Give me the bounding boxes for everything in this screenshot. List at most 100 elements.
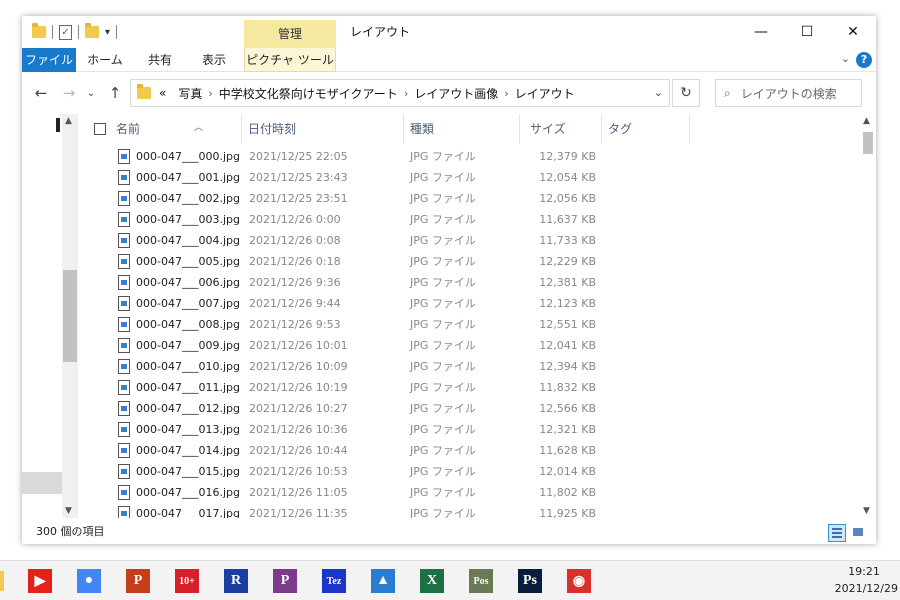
youtube-icon[interactable]: ▶ <box>28 569 52 593</box>
breadcrumb-mosaic-art[interactable]: 中学校文化祭向けモザイクアート <box>219 85 398 102</box>
jpg-file-icon <box>118 212 130 227</box>
table-row[interactable]: 000-047___009.jpg 2021/12/26 10:01 JPG ファイ… <box>80 335 860 356</box>
title-bar: ✓ ▾ 管理 レイアウト — ☐ ✕ <box>22 16 876 48</box>
table-row[interactable]: 000-047___002.jpg 2021/12/25 23:51 JPG ファイ… <box>80 188 860 209</box>
file-date: 2021/12/26 10:53 <box>249 465 348 478</box>
address-dropdown-icon[interactable]: ⌄ <box>654 86 663 99</box>
address-bar[interactable]: « 写真 › 中学校文化祭向けモザイクアート › レイアウト画像 › レイアウト… <box>130 79 670 107</box>
file-type: JPG ファイル <box>410 171 476 184</box>
badge-10plus-icon[interactable]: 10+ <box>175 569 199 593</box>
column-header-size[interactable]: サイズ <box>526 114 602 144</box>
scroll-down-icon[interactable]: ▼ <box>65 506 72 516</box>
tez-app-icon[interactable]: Tez <box>322 569 346 593</box>
file-name: 000-047___008.jpg <box>136 318 240 331</box>
select-all-checkbox[interactable] <box>94 123 106 135</box>
toolbar-separator <box>78 25 79 39</box>
refresh-button[interactable]: ↻ <box>672 79 700 107</box>
column-header-type[interactable]: 種類 <box>406 114 520 144</box>
recent-locations-button[interactable]: ⌄ <box>84 82 98 104</box>
system-clock[interactable]: 19:21 2021/12/29 <box>830 563 900 597</box>
file-explorer-taskbar-icon[interactable] <box>0 571 4 591</box>
scroll-up-icon[interactable]: ▲ <box>65 116 72 126</box>
breadcrumb-layout-images[interactable]: レイアウト画像 <box>414 85 498 102</box>
table-row[interactable]: 000-047___001.jpg 2021/12/25 23:43 JPG ファイ… <box>80 167 860 188</box>
nav-item-partial[interactable] <box>56 118 60 132</box>
details-view-button[interactable] <box>828 524 846 542</box>
forward-button[interactable]: → <box>58 82 80 104</box>
scroll-down-icon[interactable]: ▼ <box>863 506 870 516</box>
column-header-tag[interactable]: タグ <box>604 114 690 144</box>
jpg-file-icon <box>118 170 130 185</box>
folder-icon[interactable] <box>32 23 46 38</box>
file-name: 000-047___007.jpg <box>136 297 240 310</box>
r-app-icon[interactable]: R <box>224 569 248 593</box>
jpg-file-icon <box>118 317 130 332</box>
minimize-button[interactable]: — <box>738 16 784 48</box>
tab-manage[interactable]: 管理 <box>244 20 336 48</box>
tab-view[interactable]: 表示 <box>190 48 238 72</box>
nav-scroll-thumb[interactable] <box>63 270 77 362</box>
scroll-up-icon[interactable]: ▲ <box>863 116 870 126</box>
file-type: JPG ファイル <box>410 360 476 373</box>
nav-item-selected[interactable] <box>22 472 62 494</box>
tab-home[interactable]: ホーム <box>80 48 130 72</box>
table-row[interactable]: 000-047___000.jpg 2021/12/25 22:05 JPG ファイ… <box>80 146 860 167</box>
file-list-scrollbar[interactable]: ▲ ▼ <box>860 114 876 518</box>
table-row[interactable]: 000-047___010.jpg 2021/12/26 10:09 JPG ファイ… <box>80 356 860 377</box>
large-icons-view-icon <box>853 528 863 536</box>
file-list-scroll-thumb[interactable] <box>863 132 873 154</box>
file-size: 12,041 KB <box>539 339 596 352</box>
table-row[interactable]: 000-047___014.jpg 2021/12/26 10:44 JPG ファイ… <box>80 440 860 461</box>
tab-picture-tools[interactable]: ピクチャ ツール <box>244 48 336 72</box>
search-input[interactable]: ⌕ レイアウトの検索 <box>715 79 862 107</box>
customize-qa-icon[interactable]: ▾ <box>105 27 110 38</box>
chrome-icon[interactable]: ● <box>77 569 101 593</box>
excel-icon[interactable]: X <box>420 569 444 593</box>
powerpoint-icon[interactable]: P <box>126 569 150 593</box>
photoshop-icon[interactable]: Ps <box>518 569 542 593</box>
table-row[interactable]: 000-047___011.jpg 2021/12/26 10:19 JPG ファイ… <box>80 377 860 398</box>
file-name: 000-047___009.jpg <box>136 339 240 352</box>
new-folder-icon[interactable] <box>85 23 99 38</box>
column-header-date[interactable]: 日付時刻 <box>244 114 404 144</box>
address-overflow[interactable]: « <box>159 86 166 100</box>
quick-access-toolbar: ✓ ▾ <box>32 22 123 42</box>
p-app-icon[interactable]: P <box>273 569 297 593</box>
file-date: 2021/12/26 11:35 <box>249 507 348 518</box>
properties-check-icon[interactable]: ✓ <box>59 24 72 40</box>
nav-pane-scrollbar[interactable]: ▲ ▼ <box>62 114 78 518</box>
tab-share[interactable]: 共有 <box>136 48 184 72</box>
table-row[interactable]: 000-047___008.jpg 2021/12/26 9:53 JPG ファイル… <box>80 314 860 335</box>
file-size: 12,321 KB <box>539 423 596 436</box>
table-row[interactable]: 000-047___006.jpg 2021/12/26 9:36 JPG ファイル… <box>80 272 860 293</box>
table-row[interactable]: 000-047___012.jpg 2021/12/26 10:27 JPG ファイ… <box>80 398 860 419</box>
file-date: 2021/12/26 10:09 <box>249 360 348 373</box>
ribbon-collapse-icon[interactable]: ⌄ <box>841 52 850 65</box>
breadcrumb-photos[interactable]: 写真 <box>178 85 202 102</box>
tab-file[interactable]: ファイル <box>22 48 76 72</box>
column-header-name[interactable]: 名前 ︿ <box>112 114 242 144</box>
table-row[interactable]: 000-047___007.jpg 2021/12/26 9:44 JPG ファイル… <box>80 293 860 314</box>
up-arrow-icon: ↑ <box>108 84 122 102</box>
file-type: JPG ファイル <box>410 402 476 415</box>
jpg-file-icon <box>118 254 130 269</box>
file-explorer-window: ✓ ▾ 管理 レイアウト — ☐ ✕ ファイル ホーム 共有 表示 ピクチャ ツ… <box>22 16 876 544</box>
maximize-button[interactable]: ☐ <box>784 16 830 48</box>
table-row[interactable]: 000-047___017.jpg 2021/12/26 11:35 JPG ファイ… <box>80 503 860 518</box>
help-icon[interactable]: ? <box>856 52 872 68</box>
file-date: 2021/12/26 11:05 <box>249 486 348 499</box>
camera-app-icon[interactable]: ◉ <box>567 569 591 593</box>
table-row[interactable]: 000-047___005.jpg 2021/12/26 0:18 JPG ファイル… <box>80 251 860 272</box>
breadcrumb-layout[interactable]: レイアウト <box>515 85 575 102</box>
table-row[interactable]: 000-047___003.jpg 2021/12/26 0:00 JPG ファイル… <box>80 209 860 230</box>
table-row[interactable]: 000-047___013.jpg 2021/12/26 10:36 JPG ファイ… <box>80 419 860 440</box>
pos-app-icon[interactable]: Pos <box>469 569 493 593</box>
table-row[interactable]: 000-047___015.jpg 2021/12/26 10:53 JPG ファイ… <box>80 461 860 482</box>
large-icons-view-button[interactable] <box>850 524 868 542</box>
back-button[interactable]: ← <box>30 82 52 104</box>
table-row[interactable]: 000-047___004.jpg 2021/12/26 0:08 JPG ファイル… <box>80 230 860 251</box>
close-button[interactable]: ✕ <box>830 16 876 48</box>
photos-icon[interactable]: ▲ <box>371 569 395 593</box>
table-row[interactable]: 000-047___016.jpg 2021/12/26 11:05 JPG ファイ… <box>80 482 860 503</box>
up-button[interactable]: ↑ <box>104 82 126 104</box>
